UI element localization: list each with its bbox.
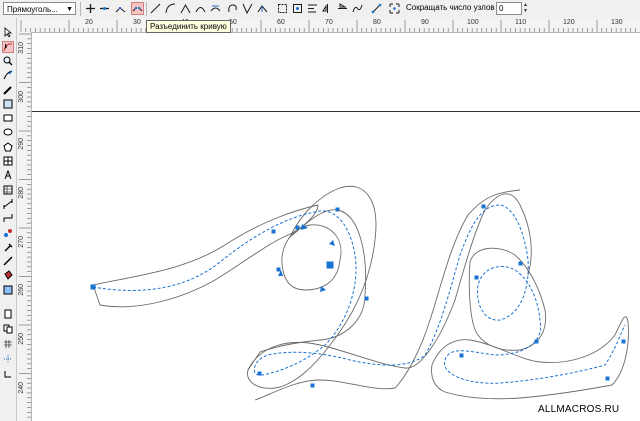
h-ruler-label: 90 — [421, 19, 429, 26]
h-ruler-label: 100 — [467, 19, 479, 26]
smart-fill-icon[interactable] — [2, 98, 14, 110]
v-ruler-label: 280 — [18, 187, 25, 199]
ellipse-tool-icon[interactable] — [2, 126, 14, 138]
separator — [80, 2, 81, 16]
select-all-nodes-icon[interactable] — [388, 2, 401, 15]
v-ruler-label: 310 — [18, 42, 25, 54]
v-ruler-label: 250 — [18, 333, 25, 345]
reverse-direction-icon[interactable] — [226, 2, 239, 15]
to-line-icon[interactable] — [149, 2, 162, 15]
connector-tool-icon[interactable] — [2, 212, 14, 224]
polygon-tool-icon[interactable] — [2, 141, 14, 153]
fill-tool-icon[interactable] — [2, 269, 14, 281]
v-ruler-label: 290 — [18, 138, 25, 150]
eyedropper-tool-icon[interactable] — [2, 241, 14, 253]
reflect-horizontal-icon[interactable] — [321, 2, 334, 15]
h-ruler-label: 130 — [611, 19, 623, 26]
break-curve-icon[interactable] — [131, 2, 144, 15]
grid-icon[interactable] — [2, 338, 14, 350]
text-tool-icon[interactable] — [2, 169, 14, 181]
toolbox — [0, 18, 17, 421]
reduce-nodes-label: Сокращать число узлов — [406, 3, 495, 12]
v-ruler-label: 300 — [18, 91, 25, 103]
page-border — [32, 111, 640, 112]
separator — [146, 2, 147, 16]
h-ruler-label: 60 — [277, 19, 285, 26]
freehand-tool-icon[interactable] — [2, 69, 14, 81]
dimension-tool-icon[interactable] — [2, 198, 14, 210]
reduce-nodes-input[interactable]: 0 — [496, 2, 522, 15]
extract-subpath-icon[interactable] — [256, 2, 269, 15]
zoom-tool-icon[interactable] — [2, 55, 14, 67]
v-ruler-label: 260 — [18, 284, 25, 296]
blend-tool-icon[interactable] — [2, 227, 14, 239]
watermark: ALLMACROS.RU — [538, 404, 620, 415]
v-ruler-label: 240 — [18, 382, 25, 394]
h-ruler-label: 20 — [85, 19, 93, 26]
h-ruler-label: 30 — [133, 19, 141, 26]
page-tool-icon[interactable] — [2, 308, 14, 320]
snap-icon[interactable] — [2, 368, 14, 380]
join-nodes-icon[interactable] — [114, 2, 127, 15]
shape-tool-icon[interactable] — [2, 41, 14, 53]
to-curve-icon[interactable] — [164, 2, 177, 15]
h-ruler-label: 70 — [325, 19, 333, 26]
add-node-icon[interactable] — [84, 2, 97, 15]
drawing-canvas[interactable] — [32, 33, 640, 421]
stretch-nodes-icon[interactable] — [276, 2, 289, 15]
h-ruler-label: 110 — [515, 19, 527, 26]
pick-tool-icon[interactable] — [2, 26, 14, 38]
vertical-ruler: 310 300 290 280 270 260 250 240 — [17, 32, 32, 421]
table-tool-icon[interactable] — [2, 184, 14, 196]
reflect-vertical-icon[interactable] — [336, 2, 349, 15]
symmetrical-node-icon[interactable] — [209, 2, 222, 15]
h-ruler-label: 120 — [563, 19, 575, 26]
elastic-mode-icon[interactable] — [351, 2, 364, 15]
cusp-node-icon[interactable] — [179, 2, 192, 15]
artistic-media-icon[interactable] — [2, 84, 14, 96]
extend-curve-icon[interactable] — [241, 2, 254, 15]
tooltip: Разъединить кривую — [146, 20, 231, 33]
interactive-fill-icon[interactable] — [2, 284, 14, 296]
guides-icon[interactable] — [2, 353, 14, 365]
copy-page-icon[interactable] — [2, 323, 14, 335]
close-curve-icon[interactable] — [370, 2, 383, 15]
reduce-nodes-spinner[interactable]: ▲ ▼ — [523, 2, 531, 15]
align-nodes-icon[interactable] — [306, 2, 319, 15]
rotate-nodes-icon[interactable] — [291, 2, 304, 15]
h-ruler-label: 80 — [373, 19, 381, 26]
outline-tool-icon[interactable] — [2, 255, 14, 267]
delete-node-icon[interactable] — [98, 2, 111, 15]
horizontal-ruler: 20 30 40 50 60 70 80 90 100 110 120 130 — [17, 18, 640, 33]
chevron-down-icon: ▼ — [66, 6, 73, 13]
selection-mode-dropdown[interactable]: Прямоуголь... ▼ — [3, 2, 76, 15]
v-ruler-label: 270 — [18, 236, 25, 248]
smooth-node-icon[interactable] — [194, 2, 207, 15]
property-bar: Прямоуголь... ▼ Сокращать число узлов 0 … — [0, 0, 640, 19]
basic-shapes-icon[interactable] — [2, 155, 14, 167]
selection-mode-value: Прямоуголь... — [7, 5, 58, 14]
rectangle-tool-icon[interactable] — [2, 112, 14, 124]
